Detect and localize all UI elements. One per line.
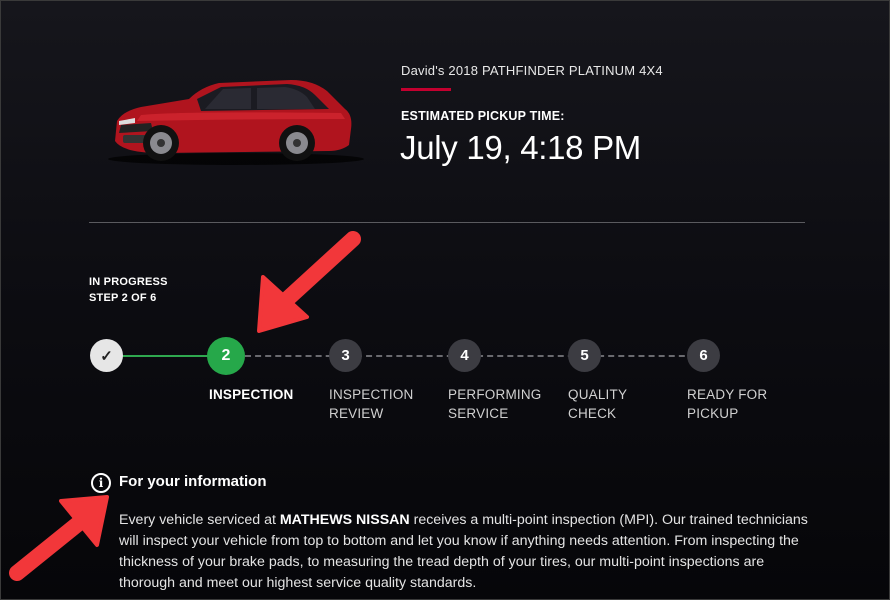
step-3: 3: [329, 339, 362, 372]
service-tracker-page: David's 2018 PATHFINDER PLATINUM 4X4 EST…: [0, 0, 890, 600]
step-5-label-line: QUALITY: [568, 387, 628, 402]
pickup-label: ESTIMATED PICKUP TIME:: [401, 109, 565, 123]
annotation-arrow-bottom: [9, 495, 109, 581]
pickup-time: July 19, 4:18 PM: [400, 129, 641, 166]
check-icon: ✓: [100, 347, 113, 365]
vehicle-image: [108, 80, 364, 165]
step-6-label: READY FOR PICKUP: [687, 385, 767, 423]
progress-status: IN PROGRESS STEP 2 OF 6: [89, 274, 168, 306]
step-5-label: QUALITY CHECK: [568, 385, 627, 423]
annotation-arrow-top: [257, 231, 361, 333]
info-icon: i: [91, 473, 111, 493]
step-6: 6: [687, 339, 720, 372]
step-3-label: INSPECTION REVIEW: [329, 385, 414, 423]
section-divider: [89, 222, 805, 223]
step-3-label-line: REVIEW: [329, 406, 384, 421]
info-body-prefix: Every vehicle serviced at: [119, 512, 280, 528]
status-step: STEP 2 OF 6: [89, 292, 157, 304]
info-body: Every vehicle serviced at MATHEWS NISSAN…: [119, 510, 809, 594]
step-6-label-line: READY FOR: [687, 387, 768, 402]
dealer-name: MATHEWS NISSAN: [279, 512, 410, 528]
step-6-label-line: PICKUP: [687, 406, 739, 421]
step-4: 4: [448, 339, 481, 372]
step-2-current: 2: [207, 337, 245, 375]
step-5: 5: [568, 339, 601, 372]
step-4-label: PERFORMING SERVICE: [448, 385, 542, 423]
step-2-label: INSPECTION: [209, 387, 294, 402]
status-state: IN PROGRESS: [89, 276, 168, 288]
accent-bar: [401, 88, 451, 91]
step-3-label-line: INSPECTION: [329, 387, 414, 402]
progress-track-complete: [121, 355, 211, 357]
step-5-label-line: CHECK: [568, 406, 617, 421]
step-4-label-line: SERVICE: [448, 406, 509, 421]
info-title: For your information: [119, 473, 267, 490]
step-4-label-line: PERFORMING: [448, 387, 542, 402]
vehicle-name: David's 2018 PATHFINDER PLATINUM 4X4: [401, 63, 663, 78]
step-1-complete: ✓: [90, 339, 123, 372]
